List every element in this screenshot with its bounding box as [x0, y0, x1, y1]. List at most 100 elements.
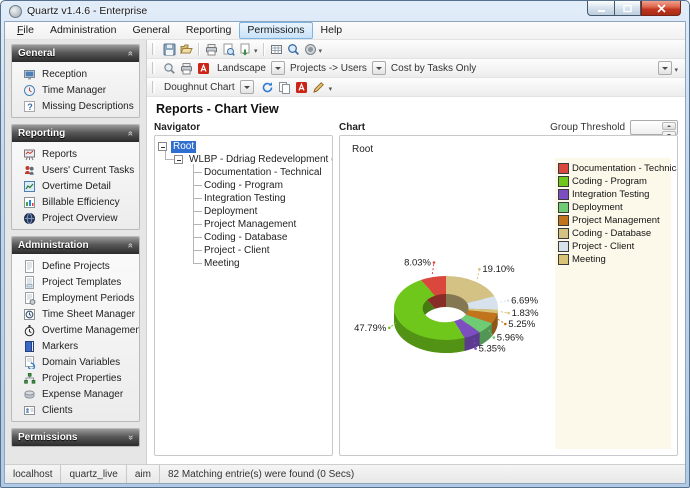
sidebar-item-project-templates[interactable]: Project Templates	[14, 274, 137, 290]
tree-node-integration-testing[interactable]: Integration Testing	[202, 192, 329, 205]
tree-node-coding-database[interactable]: Coding - Database	[202, 231, 329, 244]
menu-item-reporting[interactable]: Reporting	[178, 22, 240, 39]
tree-node-coding-program[interactable]: Coding - Program	[202, 179, 329, 192]
toolbar-grip[interactable]	[152, 81, 155, 93]
sidebar-item-project-overview[interactable]: Project Overview	[14, 210, 137, 226]
sidebar-section-header-reporting[interactable]: Reporting«	[12, 125, 139, 142]
pdf-button[interactable]	[293, 79, 310, 95]
menu-bar: FileAdministrationGeneralReportingPermis…	[5, 22, 685, 40]
sidebar-section-header-administration[interactable]: Administration«	[12, 237, 139, 254]
grouping-dropdown-button[interactable]	[372, 61, 386, 75]
print-icon	[205, 43, 218, 56]
tree-node-documentation-technical[interactable]: Documentation - Technical	[202, 166, 329, 179]
minimize-button[interactable]	[587, 1, 614, 16]
sidebar-item-domain-variables[interactable]: Domain Variables	[14, 354, 137, 370]
tree-node-project-client[interactable]: Project - Client	[202, 244, 329, 257]
export-button[interactable]	[237, 41, 254, 57]
sidebar-item-users-current-tasks[interactable]: Users' Current Tasks	[14, 162, 137, 178]
collapse-minus-icon[interactable]	[174, 155, 183, 164]
export-icon	[239, 43, 252, 56]
print-button[interactable]	[203, 41, 220, 57]
sidebar-item-label: Define Projects	[42, 261, 110, 272]
sidebar-item-overtime-management[interactable]: Overtime Management	[14, 322, 137, 338]
app-icon	[9, 5, 22, 18]
pdf-icon	[197, 62, 210, 75]
toolbar-overflow-icon[interactable]: ▾	[674, 66, 678, 74]
search-button[interactable]	[285, 41, 302, 57]
open-button[interactable]	[178, 41, 195, 57]
sidebar-item-time-manager[interactable]: Time Manager	[14, 82, 137, 98]
menu-item-administration[interactable]: Administration	[42, 22, 125, 39]
group-threshold-input[interactable]	[630, 120, 678, 135]
sidebar-item-missing-descriptions[interactable]: ?Missing Descriptions	[14, 98, 137, 114]
pen-button[interactable]	[310, 79, 327, 95]
orientation-label: Landscape	[217, 63, 266, 74]
chart-type-label: Doughnut Chart	[164, 82, 235, 93]
sidebar-item-label: Expense Manager	[42, 389, 123, 400]
toolbar-overflow-icon[interactable]: ▾	[319, 47, 323, 55]
chevron-up-icon[interactable]: «	[126, 51, 135, 56]
sidebar-item-employment-periods[interactable]: Employment Periods	[14, 290, 137, 306]
close-button[interactable]	[641, 1, 681, 16]
sidebar-section-header-permissions[interactable]: Permissions«	[12, 429, 139, 446]
clients-icon	[23, 404, 36, 417]
sidebar-item-markers[interactable]: Markers	[14, 338, 137, 354]
tree-node-deployment[interactable]: Deployment	[202, 205, 329, 218]
menu-item-file[interactable]: File	[9, 22, 42, 39]
menu-item-general[interactable]: General	[124, 22, 177, 39]
tree-node-project-management[interactable]: Project Management	[202, 218, 329, 231]
record-button[interactable]	[302, 41, 319, 57]
print-preview-button[interactable]	[220, 41, 237, 57]
maximize-button[interactable]	[614, 1, 641, 16]
label-leader-dot	[433, 261, 436, 264]
sidebar-item-reception[interactable]: Reception	[14, 66, 137, 82]
toolbar-overflow-icon[interactable]: ▾	[254, 47, 258, 55]
legend-swatch	[558, 254, 569, 265]
copy-button[interactable]	[276, 79, 293, 95]
sidebar-item-clients[interactable]: Clients	[14, 402, 137, 418]
tree-node-label: Project Management	[202, 219, 298, 231]
sidebar-item-billable-efficiency[interactable]: Billable Efficiency	[14, 194, 137, 210]
label-leader-dot	[507, 312, 510, 315]
chart-panel-box: 19.10%6.69%1.83%5.25%5.96%5.35%47.79%8.0…	[339, 135, 678, 456]
save-button[interactable]	[161, 41, 178, 57]
tree-node-meeting[interactable]: Meeting	[202, 257, 329, 270]
report-options-dropdown-button[interactable]	[658, 61, 672, 75]
chevron-up-icon[interactable]: «	[126, 243, 135, 248]
markers-icon	[23, 340, 36, 353]
chevron-down-icon[interactable]: «	[126, 435, 135, 440]
billable-efficiency-icon	[23, 196, 36, 209]
sidebar-section-general: General« ReceptionTime Manager?Missing De…	[11, 44, 140, 118]
toolbar-overflow-icon[interactable]: ▾	[329, 85, 333, 93]
sidebar-item-overtime-detail[interactable]: Overtime Detail	[14, 178, 137, 194]
tree-node-root[interactable]: Root	[158, 140, 329, 153]
employment-periods-icon	[23, 292, 36, 305]
sidebar-item-project-properties[interactable]: Project Properties	[14, 370, 137, 386]
spinner-up-icon[interactable]	[662, 122, 676, 130]
chevron-up-icon[interactable]: «	[126, 131, 135, 136]
menu-item-permissions[interactable]: Permissions	[239, 22, 312, 39]
sidebar-section-header-general[interactable]: General«	[12, 45, 139, 62]
sidebar-item-define-projects[interactable]: Define Projects	[14, 258, 137, 274]
status-bar: localhostquartz_liveaim82 Matching entri…	[5, 464, 685, 483]
tree-node-label: Integration Testing	[202, 193, 288, 205]
sidebar-item-time-sheet-manager[interactable]: Time Sheet Manager	[14, 306, 137, 322]
menu-item-help[interactable]: Help	[313, 22, 351, 39]
copy-icon	[278, 81, 291, 94]
title-bar[interactable]: Quartz v1.4.6 - Enterprise	[1, 1, 689, 21]
refresh-button[interactable]	[259, 79, 276, 95]
sidebar-item-list: Define Projects Project Templates Employme…	[12, 254, 139, 421]
collapse-minus-icon[interactable]	[158, 142, 167, 151]
chart-root-label: Root	[352, 144, 373, 155]
print-button[interactable]	[178, 60, 195, 76]
orientation-dropdown-button[interactable]	[271, 61, 285, 75]
preview-button[interactable]	[161, 60, 178, 76]
pdf-button[interactable]	[195, 60, 212, 76]
toolbar-grip[interactable]	[152, 43, 155, 55]
toolbar-grip[interactable]	[152, 62, 155, 74]
chart-type-dropdown-button[interactable]	[240, 80, 254, 94]
table-button[interactable]	[268, 41, 285, 57]
sidebar-item-reports[interactable]: Reports	[14, 146, 137, 162]
sidebar-item-label: Employment Periods	[42, 293, 134, 304]
sidebar-item-expense-manager[interactable]: Expense Manager	[14, 386, 137, 402]
